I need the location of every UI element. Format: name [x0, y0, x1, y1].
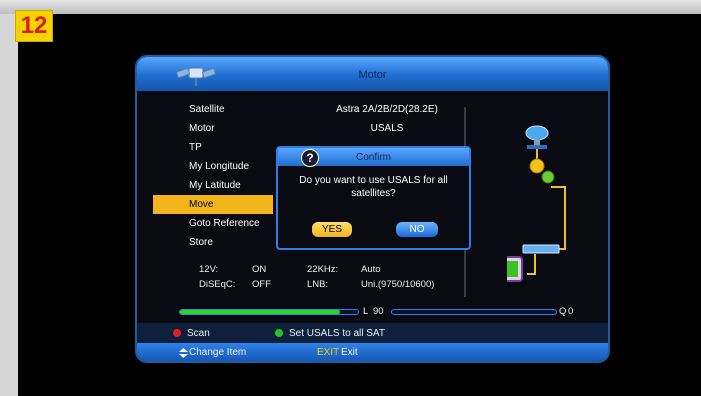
dish-icon: [525, 125, 549, 149]
lnb-label: LNB:: [307, 279, 329, 290]
updown-arrows-icon: [179, 348, 188, 358]
signal-level-label: L: [363, 306, 369, 317]
v12-label: 12V:: [199, 264, 219, 275]
tv-icon: [507, 256, 523, 282]
menu-item-move[interactable]: Move: [153, 195, 273, 214]
set-usals-all-button[interactable]: Set USALS to all SAT: [289, 328, 385, 339]
window-title: Motor: [358, 69, 387, 81]
menu-item-label: Satellite: [189, 104, 225, 115]
connection-diagram: [507, 125, 566, 282]
signal-quality-label: Q: [559, 306, 567, 317]
menu-item-value: Astra 2A/2B/2D(28.2E): [336, 104, 438, 115]
green-key-icon: [275, 329, 283, 337]
menu-item-label: Store: [189, 237, 213, 248]
confirm-dialog: ? Confirm Do you want to use USALS for a…: [276, 146, 471, 250]
menu-item-label: Motor: [189, 123, 215, 134]
menu-item-satellite[interactable]: Satellite Astra 2A/2B/2D(28.2E): [137, 100, 467, 119]
receiver-icon: [522, 244, 560, 254]
red-key-icon: [173, 329, 181, 337]
lnb-value: Uni.(9750/10600): [361, 279, 435, 290]
top-stripe: [0, 0, 701, 14]
menu-item-label: My Longitude: [189, 161, 250, 172]
menu-item-label: Move: [189, 199, 214, 210]
menu-item-label: Goto Reference: [189, 218, 260, 229]
no-button[interactable]: NO: [396, 222, 438, 237]
diseqc-value: OFF: [252, 279, 271, 290]
scan-button[interactable]: Scan: [187, 328, 210, 339]
dialog-title: Confirm: [355, 152, 391, 163]
exit-hint[interactable]: Exit: [341, 347, 358, 358]
signal-level-bar: [179, 309, 359, 315]
dialog-message: Do you want to use USALS for all satelli…: [299, 175, 448, 199]
yes-button[interactable]: YES: [312, 222, 352, 237]
menu-item-motor[interactable]: Motor USALS: [137, 119, 467, 138]
22khz-label: 22KHz:: [307, 264, 339, 275]
menu-item-label: TP: [189, 142, 202, 153]
menu-item-label: My Latitude: [189, 180, 241, 191]
signal-level-fill: [180, 310, 341, 314]
menu-item-value: USALS: [370, 123, 404, 134]
v12-value: ON: [252, 264, 267, 275]
signal-level-value: 90: [373, 306, 384, 317]
signal-quality-value: 0: [568, 306, 574, 317]
diseqc-label: DiSEqC:: [199, 279, 236, 290]
22khz-value: Auto: [361, 264, 381, 275]
motor-gears-icon: [529, 158, 555, 184]
step-badge: 12: [15, 10, 53, 42]
change-item-hint: Change Item: [189, 347, 247, 358]
signal-quality-bar: [391, 309, 557, 315]
left-margin: [0, 14, 18, 396]
exit-key-label: EXIT: [317, 347, 340, 358]
